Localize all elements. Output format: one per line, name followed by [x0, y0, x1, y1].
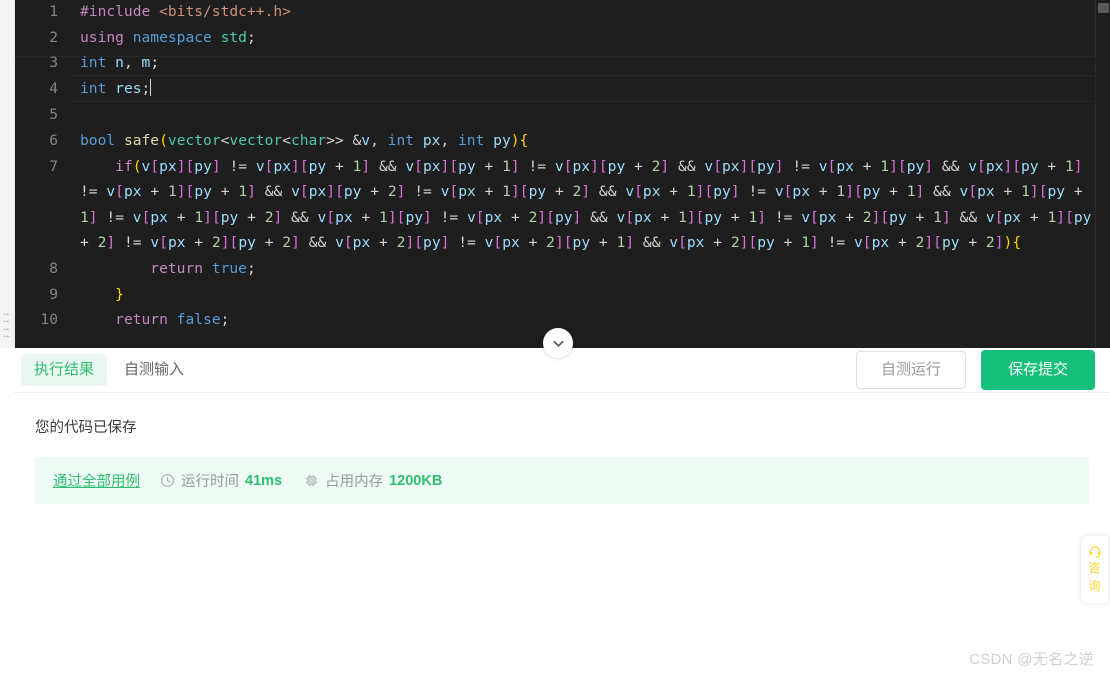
memory-label: 占用内存 [325, 474, 384, 490]
code-line[interactable]: 2 using namespace std; [14, 25, 1096, 51]
line-content[interactable]: } [71, 282, 1096, 308]
consult-label-char-1: 咨 [1088, 561, 1101, 575]
line-number: 8 [49, 259, 58, 277]
code-editor[interactable]: 1 #include <bits/stdc++.h> 2 using namespac… [14, 0, 1110, 348]
result-panel-body: 您的代码已保存 通过全部用例 运行时间 41ms 占用内存 1200KB [14, 393, 1110, 504]
line-content[interactable]: return false; [71, 307, 1096, 333]
code-line[interactable]: 9 } [14, 282, 1096, 308]
line-content[interactable]: bool safe(vector<vector<char>> &v, int p… [71, 128, 1096, 154]
line-content[interactable]: int n, m; [71, 50, 1096, 76]
code-line[interactable]: 3 int n, m; [14, 50, 1096, 76]
runtime-metric: 运行时间 41ms [160, 470, 282, 491]
code-line[interactable]: 4 int res; [14, 74, 1096, 103]
line-number: 4 [49, 79, 58, 97]
memory-value: 1200KB [389, 472, 443, 489]
code-line[interactable]: 5 [14, 102, 1096, 128]
clock-icon [160, 473, 175, 488]
consult-widget[interactable]: 咨 询 [1081, 536, 1108, 603]
line-content[interactable]: if(v[px][py] != v[px][py + 1] && v[px][p… [71, 154, 1096, 256]
line-number: 5 [49, 106, 58, 124]
line-number: 10 [40, 311, 58, 329]
result-tabs: 执行结果 自测输入 [21, 354, 197, 386]
handle-dots-4 [3, 334, 10, 337]
headset-icon [1088, 544, 1102, 558]
memory-metric: 占用内存 1200KB [304, 470, 442, 491]
code-text-area[interactable]: 1 #include <bits/stdc++.h> 2 using namespac… [14, 0, 1096, 333]
result-summary-box: 通过全部用例 运行时间 41ms 占用内存 1200KB [35, 457, 1089, 504]
line-number: 1 [49, 3, 58, 20]
collapse-panel-button[interactable] [543, 328, 573, 358]
run-test-button-label: 自测运行 [880, 361, 941, 378]
text-cursor [150, 78, 152, 96]
code-line[interactable]: 8 return true; [14, 256, 1096, 282]
tab-execution-result[interactable]: 执行结果 [21, 354, 108, 386]
save-submit-button[interactable]: 保存提交 [980, 350, 1095, 390]
line-number: 7 [49, 157, 58, 175]
chevron-down-icon [551, 336, 566, 351]
line-content[interactable] [71, 102, 1096, 128]
code-submission-page: 1 #include <bits/stdc++.h> 2 using namespac… [0, 0, 1110, 679]
line-content[interactable]: return true; [71, 256, 1096, 282]
csdn-watermark: CSDN @无名之逆 [969, 651, 1094, 668]
save-submit-button-label: 保存提交 [1007, 361, 1068, 378]
line-number: 2 [49, 28, 58, 46]
tab-custom-input-label: 自测输入 [124, 361, 185, 378]
line-content[interactable]: int res; [71, 74, 1096, 103]
code-line[interactable]: 6 bool safe(vector<vector<char>> &v, int … [14, 128, 1096, 154]
line-number: 6 [49, 131, 58, 149]
handle-dots-2 [3, 320, 10, 323]
editor-scrollbar-thumb[interactable] [1098, 3, 1109, 13]
line-content[interactable]: using namespace std; [71, 25, 1096, 51]
runtime-value: 41ms [245, 472, 283, 489]
handle-dots-1 [3, 313, 10, 315]
result-panel: 执行结果 自测输入 自测运行 保存提交 您的代码已保存 通过全部用例 运行时间 … [14, 348, 1110, 679]
run-test-button[interactable]: 自测运行 [855, 351, 966, 389]
left-gutter [0, 0, 15, 348]
line-number: 9 [49, 285, 58, 303]
line-number: 3 [49, 54, 58, 72]
code-line[interactable]: 1 #include <bits/stdc++.h> [14, 0, 1096, 25]
panel-resize-handle[interactable] [3, 313, 10, 337]
code-line[interactable]: 7 if(v[px][py] != v[px][py + 1] && v[px]… [14, 154, 1096, 256]
all-cases-passed-link[interactable]: 通过全部用例 [53, 470, 140, 491]
chip-icon [304, 473, 319, 488]
tab-custom-input[interactable]: 自测输入 [111, 354, 197, 386]
save-status-message: 您的代码已保存 [35, 420, 137, 436]
editor-vertical-scrollbar[interactable] [1095, 0, 1110, 348]
line-content[interactable]: #include <bits/stdc++.h> [71, 0, 1096, 25]
panel-actions: 自测运行 保存提交 [855, 350, 1095, 390]
tab-execution-result-label: 执行结果 [34, 361, 95, 378]
handle-dots-3 [3, 327, 10, 330]
runtime-label: 运行时间 [181, 474, 239, 490]
consult-label-char-2: 询 [1088, 579, 1101, 593]
